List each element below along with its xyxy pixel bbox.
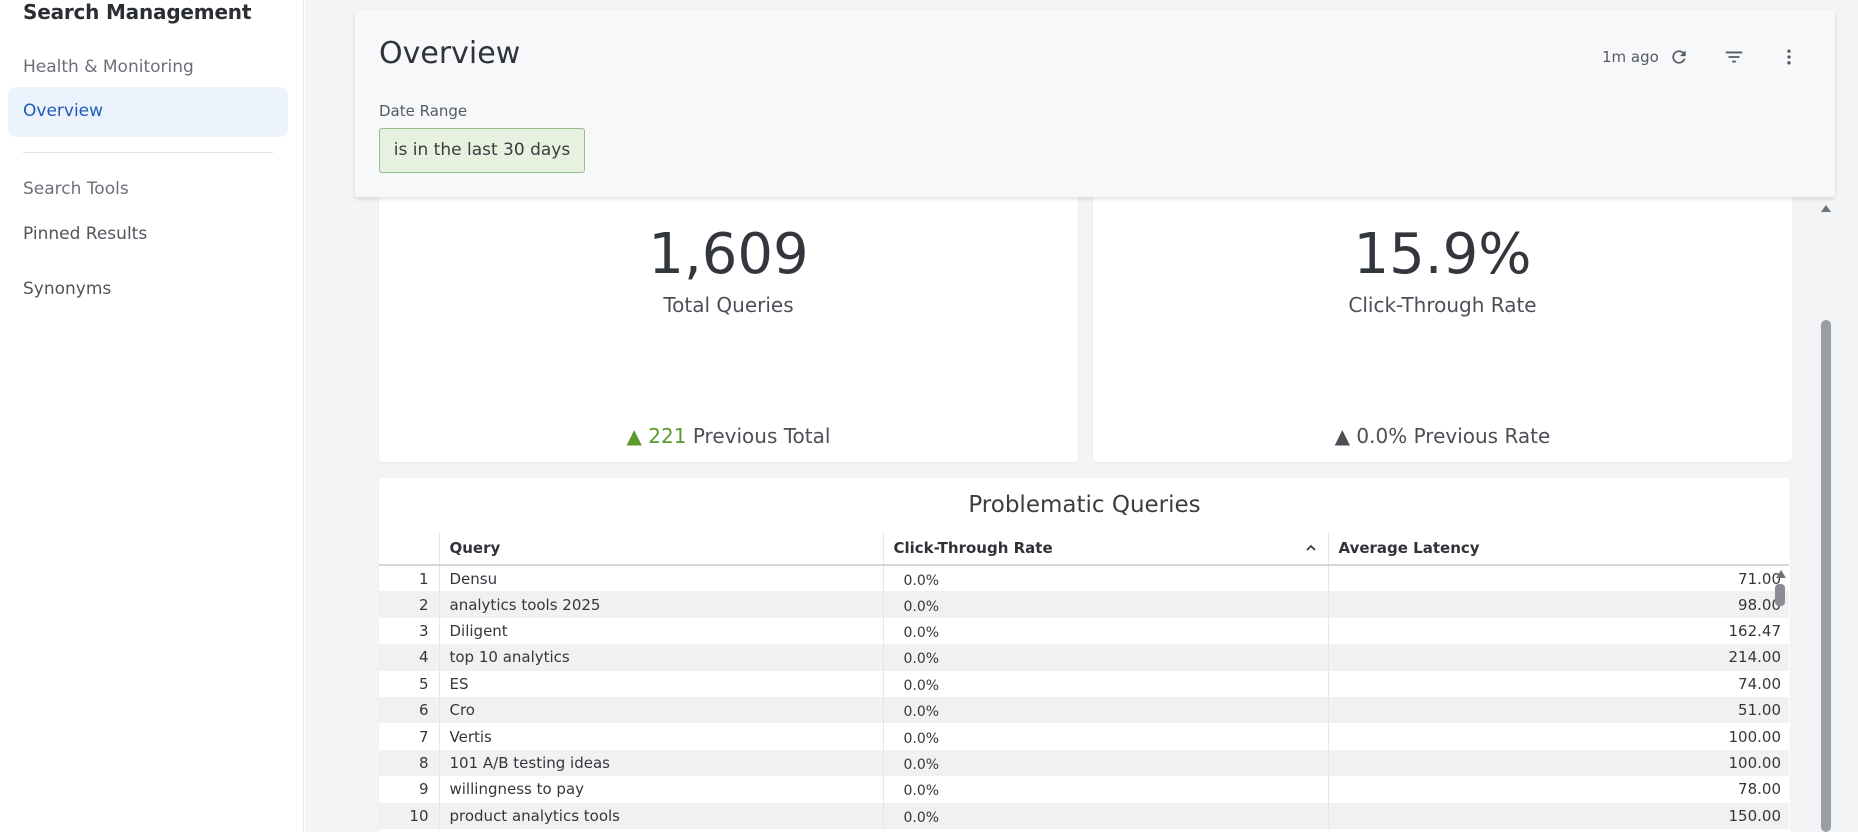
ctr-cell: 0.0%	[882, 723, 1328, 750]
ctr-cell: 0.0%	[882, 749, 1328, 777]
more-vertical-icon[interactable]	[1776, 44, 1802, 70]
ctr-cell: 0.0%	[882, 591, 1328, 618]
table-row[interactable]: 8 101 A/B testing ideas 0.0% 100.00	[379, 749, 1789, 777]
column-header-latency[interactable]: Average Latency	[1327, 532, 1789, 566]
row-index: 8	[379, 749, 439, 777]
scrollbar-thumb[interactable]	[1821, 320, 1831, 832]
row-index: 4	[379, 644, 439, 671]
previous-rate: ▲ 0.0% Previous Rate	[1093, 424, 1792, 448]
previous-rate-label: Previous Rate	[1413, 424, 1551, 448]
query-cell: Vertis	[438, 723, 883, 750]
chevron-up-icon[interactable]	[1305, 543, 1316, 553]
click-through-rate-value: 15.9%	[1353, 222, 1532, 287]
row-index: 7	[418, 727, 429, 746]
query-cell: Densu	[438, 565, 883, 592]
table-header-row: Query Click-Through Rate Average Latency	[379, 532, 1789, 566]
row-index: 1	[418, 569, 429, 588]
click-through-rate-label: Click-Through Rate	[1348, 293, 1537, 317]
previous-rate-value: 0.0%	[1356, 424, 1408, 448]
query-cell: product analytics tools	[438, 802, 883, 829]
column-header-ctr-label: Click-Through Rate	[893, 539, 1053, 557]
total-queries-value: 1,609	[648, 222, 809, 287]
table-row[interactable]: 10 product analytics tools 0.0% 150.00	[379, 802, 1789, 829]
table-row[interactable]: 4 top 10 analytics 0.0% 214.00	[379, 644, 1789, 671]
filter-icon[interactable]	[1721, 44, 1747, 70]
query-cell: Cro	[438, 696, 883, 724]
query-cell: ES	[438, 670, 883, 697]
latency-cell: 78.00	[1327, 776, 1789, 803]
row-index: 3	[418, 621, 429, 640]
sidebar-item-label: Overview	[23, 101, 104, 121]
trend-up-icon: ▲	[1334, 424, 1351, 448]
ctr-cell: 0.0%	[882, 776, 1328, 803]
row-index: 9	[418, 780, 429, 799]
problematic-queries-table: Query Click-Through Rate Average Latency…	[379, 532, 1789, 829]
page-scrollbar[interactable]	[1819, 200, 1833, 832]
table-row[interactable]: 2 analytics tools 2025 0.0% 98.00	[379, 591, 1789, 618]
latency-cell: 100.00	[1327, 723, 1789, 750]
sidebar-section-health[interactable]: Health & Monitoring	[23, 57, 194, 77]
table-row[interactable]: 9 willingness to pay 0.0% 78.00	[379, 776, 1789, 803]
latency-cell: 214.00	[1327, 644, 1789, 671]
scroll-up-icon[interactable]	[1821, 205, 1831, 212]
table-row[interactable]: 6 Cro 0.0% 51.00	[379, 696, 1789, 724]
table-row[interactable]: 3 Diligent 0.0% 162.47	[379, 617, 1789, 645]
total-queries-label: Total Queries	[663, 293, 794, 317]
column-header-ctr[interactable]: Click-Through Rate	[882, 532, 1328, 566]
date-range-filter-chip[interactable]: is in the last 30 days	[379, 128, 585, 173]
latency-cell: 71.00	[1327, 565, 1789, 592]
scrollbar-thumb[interactable]	[1775, 584, 1785, 606]
query-cell: 101 A/B testing ideas	[438, 749, 883, 777]
refresh-icon[interactable]	[1666, 44, 1692, 70]
query-cell: top 10 analytics	[438, 644, 883, 671]
ctr-cell: 0.0%	[882, 670, 1328, 697]
previous-total-label: Previous Total	[692, 424, 831, 448]
sidebar-item-pinned-results[interactable]: Pinned Results	[23, 224, 147, 244]
previous-total-value: 221	[648, 424, 687, 448]
ctr-cell: 0.0%	[882, 802, 1328, 829]
query-cell: Diligent	[438, 617, 883, 645]
table-row[interactable]: 5 ES 0.0% 74.00	[379, 670, 1789, 697]
problematic-queries-card: Problematic Queries Query Click-Through …	[379, 478, 1790, 832]
row-index: 2	[379, 591, 439, 618]
query-cell: analytics tools 2025	[438, 591, 883, 618]
trend-up-icon: ▲	[626, 424, 642, 448]
query-cell: willingness to pay	[438, 776, 883, 803]
table-row[interactable]: 1 Densu 0.0% 71.00	[379, 565, 1789, 592]
row-index: 6	[379, 696, 439, 724]
ctr-cell: 0.0%	[882, 696, 1328, 724]
latency-cell: 74.00	[1327, 670, 1789, 697]
total-queries-card: 1,609 Total Queries ▲ 221 Previous Total	[379, 190, 1078, 462]
sidebar-section-search-tools[interactable]: Search Tools	[23, 179, 129, 199]
click-through-rate-card: 15.9% Click-Through Rate ▲ 0.0% Previous…	[1093, 190, 1792, 462]
table-title: Problematic Queries	[968, 492, 1201, 518]
ctr-cell: 0.0%	[882, 617, 1328, 645]
date-range-label: Date Range	[379, 102, 468, 120]
last-refreshed: 1m ago	[1602, 48, 1659, 66]
sidebar-item-overview[interactable]: Overview	[8, 87, 288, 137]
sidebar-item-synonyms[interactable]: Synonyms	[23, 279, 111, 299]
latency-cell: 162.47	[1327, 617, 1789, 645]
column-header-index	[379, 532, 439, 566]
latency-cell: 150.00	[1327, 802, 1789, 829]
previous-total: ▲ 221 Previous Total	[379, 424, 1078, 448]
scroll-up-icon[interactable]	[1776, 570, 1786, 578]
table-scrollbar[interactable]	[1774, 570, 1786, 832]
ctr-cell: 0.0%	[882, 565, 1328, 592]
table-row[interactable]: 7 Vertis 0.0% 100.00	[379, 723, 1789, 750]
sidebar-divider	[23, 152, 273, 153]
column-header-query[interactable]: Query	[438, 532, 883, 566]
sidebar: Search Management Health & Monitoring Ov…	[0, 0, 304, 832]
overview-header: Overview 1m ago Date Range is in the las…	[355, 10, 1835, 197]
sidebar-title: Search Management	[23, 0, 252, 24]
main-content: Overview 1m ago Date Range is in the las…	[305, 0, 1858, 832]
latency-cell: 100.00	[1327, 749, 1789, 777]
latency-cell: 98.00	[1327, 591, 1789, 618]
latency-cell: 51.00	[1327, 696, 1789, 724]
row-index: 5	[418, 674, 429, 693]
row-index: 10	[379, 802, 439, 829]
page-title: Overview	[379, 36, 521, 71]
ctr-cell: 0.0%	[882, 644, 1328, 671]
